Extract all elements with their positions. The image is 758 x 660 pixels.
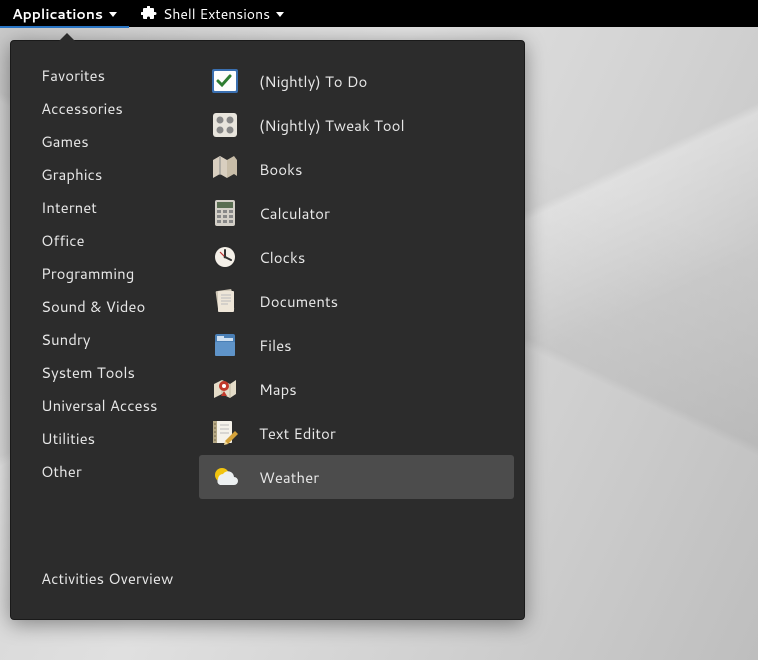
category-label: Internet: [41, 197, 97, 218]
category-label: System Tools: [41, 362, 135, 383]
app-label: Documents: [259, 291, 338, 312]
category-label: Office: [41, 230, 85, 251]
app-label: Clocks: [259, 247, 305, 268]
category-label: Programming: [41, 263, 134, 284]
chevron-down-icon: [276, 12, 284, 17]
applications-label: Applications: [12, 4, 103, 24]
category-item[interactable]: Office: [11, 224, 189, 257]
category-label: Sundry: [41, 329, 91, 350]
texteditor-icon: [209, 417, 241, 449]
category-item[interactable]: Accessories: [11, 92, 189, 125]
applications-menu: Favorites Accessories Games Graphics Interne…: [10, 40, 525, 620]
files-icon: [209, 329, 241, 361]
activities-label: Activities Overview: [41, 568, 173, 589]
category-label: Graphics: [41, 164, 102, 185]
app-item[interactable]: Weather: [199, 455, 514, 499]
books-icon: [209, 153, 241, 185]
shell-extensions-button[interactable]: Shell Extensions: [129, 0, 296, 27]
category-label: Sound & Video: [41, 296, 145, 317]
category-item[interactable]: Internet: [11, 191, 189, 224]
category-item[interactable]: Favorites: [11, 59, 189, 92]
app-item[interactable]: Maps: [199, 367, 514, 411]
category-item[interactable]: Other: [11, 455, 189, 488]
category-item[interactable]: Sound & Video: [11, 290, 189, 323]
app-label: Books: [259, 159, 302, 180]
app-label: (Nightly) To Do: [259, 71, 367, 92]
app-item[interactable]: Text Editor: [199, 411, 514, 455]
weather-icon: [209, 461, 241, 493]
app-item[interactable]: Files: [199, 323, 514, 367]
top-bar: Applications Shell Extensions: [0, 0, 758, 27]
menu-pointer: [57, 33, 77, 43]
app-item[interactable]: (Nightly) To Do: [199, 59, 514, 103]
app-pane: (Nightly) To Do (Nightly) Tweak Tool Books…: [189, 41, 524, 619]
app-label: Weather: [259, 467, 319, 488]
app-label: (Nightly) Tweak Tool: [259, 115, 405, 136]
category-label: Other: [41, 461, 82, 482]
app-label: Files: [259, 335, 292, 356]
chevron-down-icon: [109, 12, 117, 17]
app-label: Maps: [259, 379, 297, 400]
app-item[interactable]: Documents: [199, 279, 514, 323]
category-label: Games: [41, 131, 89, 152]
category-label: Favorites: [41, 65, 105, 86]
category-item[interactable]: System Tools: [11, 356, 189, 389]
app-item[interactable]: (Nightly) Tweak Tool: [199, 103, 514, 147]
maps-icon: [209, 373, 241, 405]
tweak-icon: [209, 109, 241, 141]
category-label: Accessories: [41, 98, 123, 119]
category-pane: Favorites Accessories Games Graphics Interne…: [11, 41, 189, 619]
category-item[interactable]: Sundry: [11, 323, 189, 356]
category-label: Utilities: [41, 428, 95, 449]
category-item[interactable]: Utilities: [11, 422, 189, 455]
todo-icon: [209, 65, 241, 97]
app-item[interactable]: Books: [199, 147, 514, 191]
category-item[interactable]: Programming: [11, 257, 189, 290]
category-item[interactable]: Universal Access: [11, 389, 189, 422]
puzzle-icon: [141, 6, 157, 22]
app-label: Text Editor: [259, 423, 336, 444]
applications-menu-button[interactable]: Applications: [0, 1, 129, 28]
shell-extensions-label: Shell Extensions: [163, 4, 270, 24]
activities-overview[interactable]: Activities Overview: [11, 558, 189, 607]
calculator-icon: [209, 197, 241, 229]
category-label: Universal Access: [41, 395, 158, 416]
app-item[interactable]: Clocks: [199, 235, 514, 279]
documents-icon: [209, 285, 241, 317]
category-item[interactable]: Games: [11, 125, 189, 158]
app-label: Calculator: [259, 203, 330, 224]
app-item[interactable]: Calculator: [199, 191, 514, 235]
clocks-icon: [209, 241, 241, 273]
category-item[interactable]: Graphics: [11, 158, 189, 191]
